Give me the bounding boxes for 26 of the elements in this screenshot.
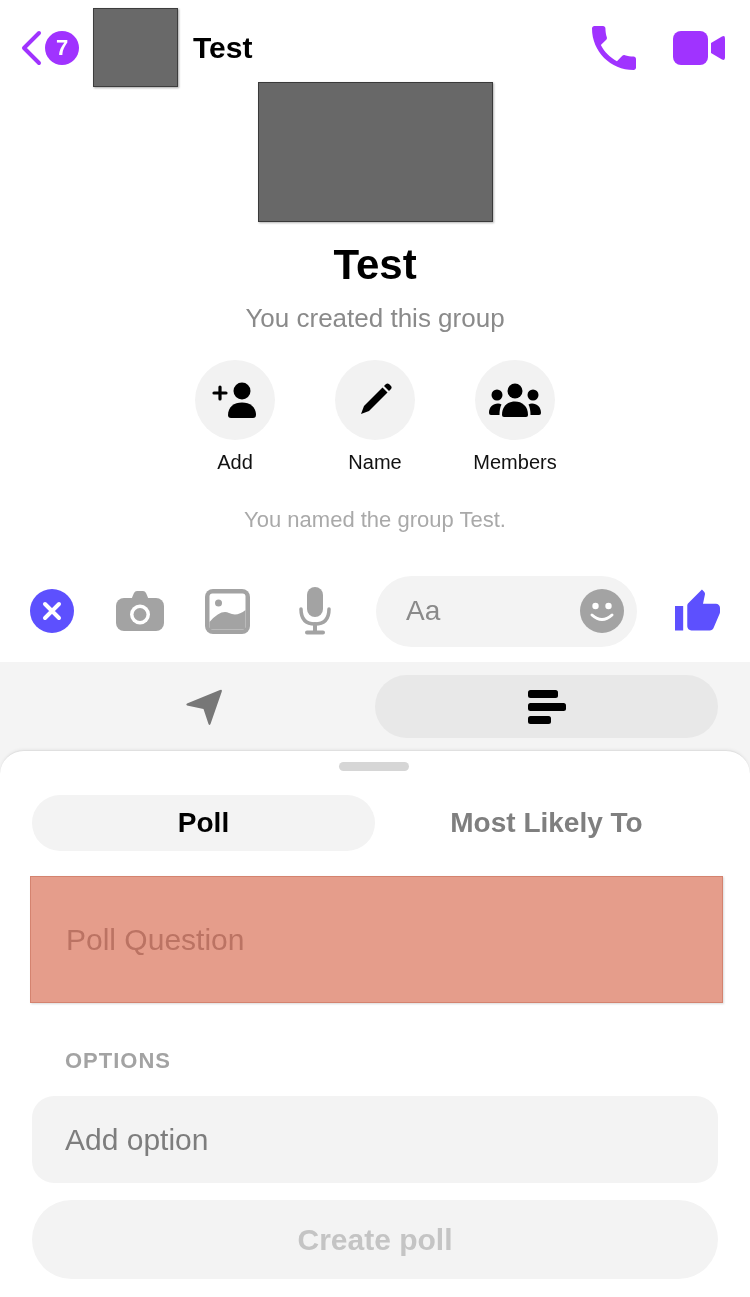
- back-icon[interactable]: [20, 29, 42, 66]
- segment-tab[interactable]: Poll: [32, 795, 375, 851]
- unread-count-badge: 7: [45, 30, 79, 65]
- chat-title: Test: [193, 30, 253, 65]
- emoji-icon[interactable]: [580, 589, 624, 633]
- bars-icon: [527, 689, 566, 724]
- group-icon: [489, 383, 541, 417]
- phone-icon[interactable]: [592, 25, 636, 70]
- microphone-icon[interactable]: [298, 587, 332, 635]
- drag-handle[interactable]: [339, 762, 409, 771]
- action-label: Name: [348, 450, 402, 474]
- group-title: Test: [333, 240, 417, 290]
- close-icon[interactable]: [30, 589, 74, 633]
- image-icon[interactable]: [205, 588, 250, 634]
- pencil-icon: [358, 383, 392, 417]
- video-camera-icon[interactable]: [673, 30, 725, 65]
- group-subtitle: You created this group: [245, 303, 505, 333]
- option-field[interactable]: Add option: [32, 1096, 718, 1183]
- add-person-icon: [212, 382, 258, 418]
- segment-tab[interactable]: Most Likely To: [375, 795, 718, 851]
- message-field[interactable]: Aa: [376, 575, 637, 647]
- action-label: Members: [473, 450, 557, 474]
- action-label: Add: [217, 450, 253, 474]
- camera-icon[interactable]: [116, 591, 164, 631]
- system-message: You named the group Test.: [244, 507, 506, 533]
- options-label: OPTIONS: [65, 1048, 171, 1074]
